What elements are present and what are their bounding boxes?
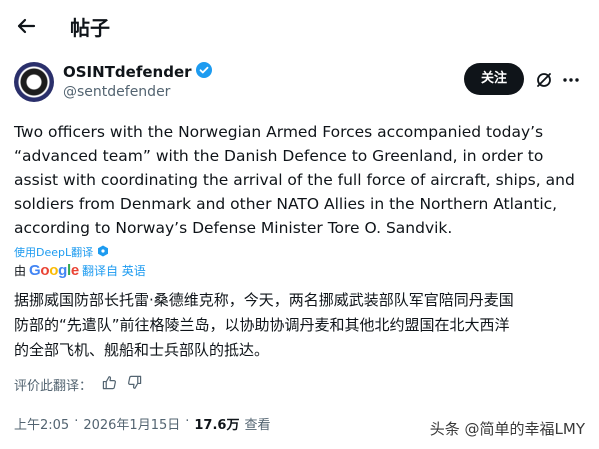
rate-translation-label: 评价此翻译： [14, 379, 93, 394]
arrow-left-icon [12, 18, 40, 44]
deepl-icon [97, 242, 109, 261]
grok-button[interactable] [534, 70, 554, 90]
tweet-date[interactable]: 2026年1月15日 [83, 414, 180, 433]
tweet-line: “advanced team” with the Danish Defence … [14, 147, 544, 165]
translated-from-label: 翻译自 英语 [81, 264, 146, 278]
translated-text: 据挪威国防部长托雷·桑德维克称，今天，两名挪威武装部队军官陪同丹麦国 防部的“先… [14, 288, 594, 363]
follow-button[interactable]: 关注 [464, 63, 524, 95]
google-logo: Google [29, 262, 79, 279]
deepl-translate-link[interactable]: 使用DeepL翻译 [14, 242, 109, 261]
tweet-line: soldiers from Denmark and other NATO All… [14, 195, 558, 213]
translated-line: 据挪威国防部长托雷·桑德维克称，今天，两名挪威武装部队军官陪同丹麦国 [14, 291, 514, 309]
back-button[interactable] [12, 12, 40, 40]
separator: · [74, 414, 79, 429]
tweet-line: according to Norway’s Defense Minister T… [14, 219, 453, 237]
author-name-row: OSINTdefender [63, 62, 212, 82]
separator: · [185, 414, 190, 429]
more-button[interactable] [561, 70, 581, 90]
rate-translation-row: 评价此翻译： [14, 375, 142, 394]
thumbs-down-icon[interactable] [127, 375, 142, 394]
tweet-line: assist with coordinating the arrival of … [14, 171, 575, 189]
tweet-text: Two officers with the Norwegian Armed Fo… [14, 120, 594, 240]
author-handle[interactable]: @sentdefender [63, 84, 170, 100]
avatar[interactable] [14, 62, 54, 102]
tweet-meta: 上午2:05 · 2026年1月15日 · 17.6万 查看 [14, 414, 270, 433]
tweet-line: Two officers with the Norwegian Armed Fo… [14, 123, 544, 141]
translated-by-prefix: 由 [14, 264, 27, 278]
thumbs-up-icon[interactable] [102, 375, 117, 394]
views-label: 查看 [244, 418, 271, 433]
google-translate-attribution: 由 Google 翻译自 英语 [14, 262, 146, 279]
display-name[interactable]: OSINTdefender [63, 63, 192, 81]
watermark: 头条 @简单的幸福LMY [429, 420, 585, 438]
translated-line: 的全部飞机、舰船和士兵部队的抵达。 [14, 341, 270, 359]
page-title: 帖子 [70, 16, 110, 40]
deepl-label: 使用DeepL翻译 [14, 245, 94, 259]
translated-line: 防部的“先遣队”前往格陵兰岛，以协助协调丹麦和其他北约盟国在北大西洋 [14, 316, 510, 334]
tweet-time[interactable]: 上午2:05 [14, 414, 69, 433]
more-icon [561, 75, 581, 94]
verified-badge-icon [195, 62, 212, 82]
view-count: 17.6万 [194, 418, 240, 433]
grok-icon [534, 73, 554, 94]
